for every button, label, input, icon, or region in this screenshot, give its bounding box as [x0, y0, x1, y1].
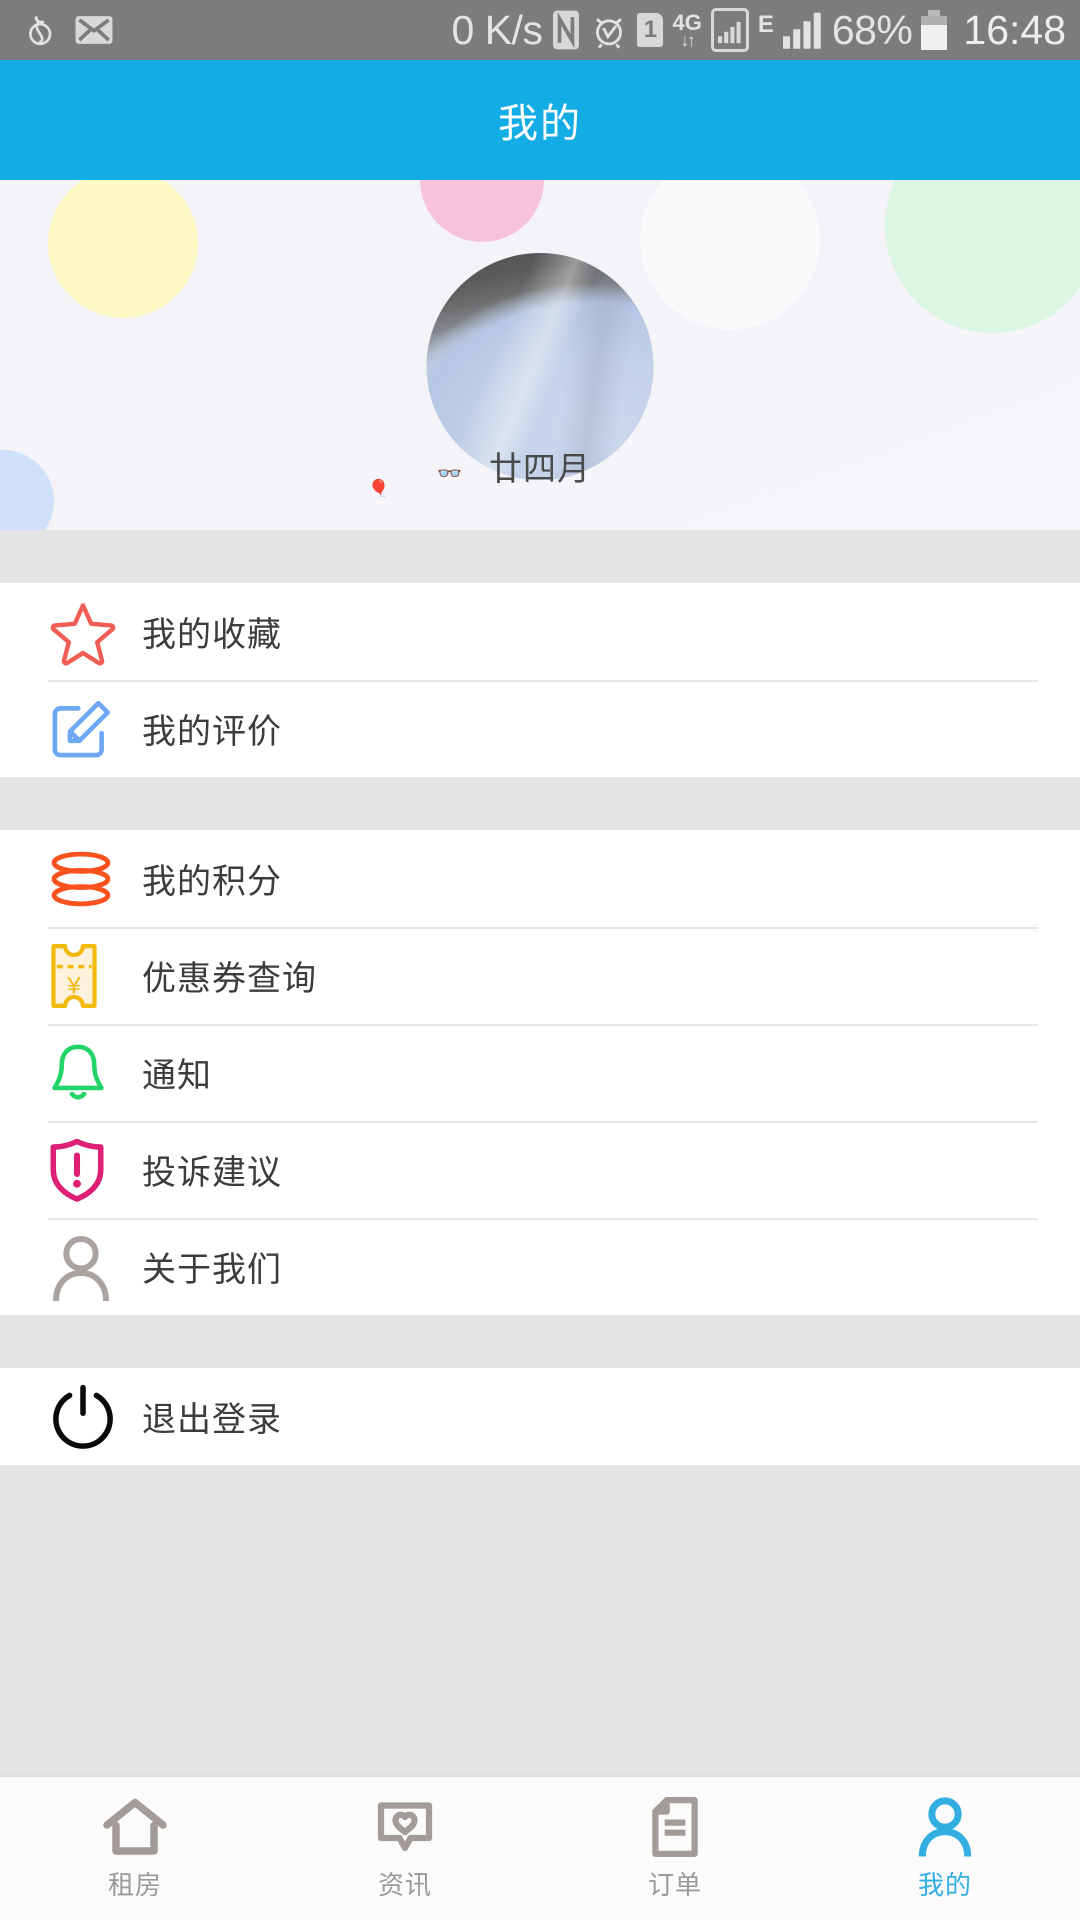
- sim-badge: 1: [637, 13, 664, 47]
- section-gap: [0, 777, 1080, 830]
- phone-screen: 0 K/s 1 4G ↓↑ E 68% 16:48 我的 🎈 廿四月 我的收藏 …: [0, 0, 1080, 1920]
- netease-music-icon: [29, 15, 52, 46]
- white-circle-decoration: [640, 180, 820, 330]
- tab-orders[interactable]: 订单: [540, 1777, 810, 1920]
- menu-item-label: 投诉建议: [142, 1154, 282, 1192]
- bell-icon: [48, 1041, 126, 1105]
- menu-group-3: 退出登录: [0, 1368, 1080, 1465]
- menu-item-favorites[interactable]: 我的收藏: [0, 583, 1080, 680]
- coin-stack-icon: [48, 851, 126, 907]
- mail-icon: [75, 16, 113, 44]
- signal-bars-icon-2: [782, 12, 821, 49]
- tab-label: 我的: [917, 1869, 972, 1900]
- tab-info[interactable]: 资讯: [270, 1777, 540, 1920]
- page-title: 我的: [498, 102, 582, 146]
- data-arrows: ↓↑: [680, 30, 696, 50]
- menu-item-label: 我的收藏: [142, 616, 282, 654]
- data-type-indicator: 4G ↓↑: [672, 9, 702, 50]
- edit-pencil-icon: [48, 696, 126, 762]
- menu-item-label: 优惠券查询: [142, 960, 317, 998]
- person-icon: [914, 1796, 976, 1858]
- menu-item-about[interactable]: 关于我们: [0, 1218, 1080, 1315]
- power-icon: [48, 1382, 126, 1452]
- menu-item-label: 我的评价: [142, 713, 282, 751]
- menu-item-label: 我的积分: [142, 863, 282, 901]
- status-bar-right: 0 K/s 1 4G ↓↑ E 68% 16:48: [452, 7, 1066, 54]
- menu-group-1: 我的收藏 我的评价: [0, 583, 1080, 777]
- username: 廿四月: [489, 450, 591, 487]
- edge-label: E: [757, 10, 774, 38]
- menu-group-2: 我的积分 ¥ 优惠券查询 通知 投诉建议 关于我们: [0, 830, 1080, 1315]
- section-gap: [0, 1315, 1080, 1368]
- tab-rent[interactable]: 租房: [0, 1777, 270, 1920]
- tab-label: 订单: [647, 1869, 702, 1900]
- app-bar: 我的: [0, 60, 1080, 180]
- menu-item-logout[interactable]: 退出登录: [0, 1368, 1080, 1465]
- status-bar-left: [22, 10, 114, 50]
- green-circle-decoration: [885, 180, 1080, 333]
- alarm-clock-icon: [596, 18, 623, 49]
- menu-item-coupons[interactable]: ¥ 优惠券查询: [0, 927, 1080, 1024]
- section-gap: [0, 1465, 1080, 1565]
- nfc-icon: [553, 10, 580, 50]
- menu-item-complaints[interactable]: 投诉建议: [0, 1121, 1080, 1218]
- clock-time: 16:48: [963, 6, 1066, 53]
- person-icon: [48, 1233, 126, 1301]
- signal-bars-icon: [710, 8, 749, 52]
- heart-bubble-icon: [374, 1796, 436, 1858]
- tab-label: 租房: [107, 1869, 162, 1900]
- section-gap: [0, 530, 1080, 583]
- menu-item-label: 通知: [142, 1057, 212, 1095]
- menu-item-notifications[interactable]: 通知: [0, 1024, 1080, 1121]
- order-document-icon: [646, 1796, 704, 1858]
- coupon-ticket-icon: ¥: [48, 941, 126, 1011]
- tab-mine[interactable]: 我的: [810, 1777, 1080, 1920]
- tab-label: 资讯: [377, 1869, 432, 1900]
- menu-item-label: 关于我们: [142, 1251, 282, 1289]
- status-bar: 0 K/s 1 4G ↓↑ E 68% 16:48: [0, 0, 1080, 60]
- pink-circle-decoration: [420, 180, 544, 242]
- profile-header: 🎈 👓 🐟 🐟 🐟 廿四月: [0, 180, 1080, 530]
- battery-percent: 68%: [831, 6, 913, 53]
- menu-item-reviews[interactable]: 我的评价: [0, 680, 1080, 777]
- shield-alert-icon: [48, 1137, 126, 1203]
- battery-icon: [921, 10, 948, 50]
- menu-item-label: 退出登录: [142, 1401, 282, 1439]
- menu-item-points[interactable]: 我的积分: [0, 830, 1080, 927]
- bottom-tab-bar: 租房 资讯 订单 我的: [0, 1775, 1080, 1920]
- network-speed: 0 K/s: [451, 6, 543, 53]
- home-icon: [102, 1796, 168, 1858]
- yellow-circle-decoration: [48, 180, 198, 318]
- menu-scroll-area[interactable]: 我的收藏 我的评价 我的积分 ¥ 优惠券查询 通知 投诉建议 关于我们 退出登录: [0, 530, 1080, 1775]
- svg-text:¥: ¥: [66, 972, 81, 999]
- star-icon: [48, 598, 126, 666]
